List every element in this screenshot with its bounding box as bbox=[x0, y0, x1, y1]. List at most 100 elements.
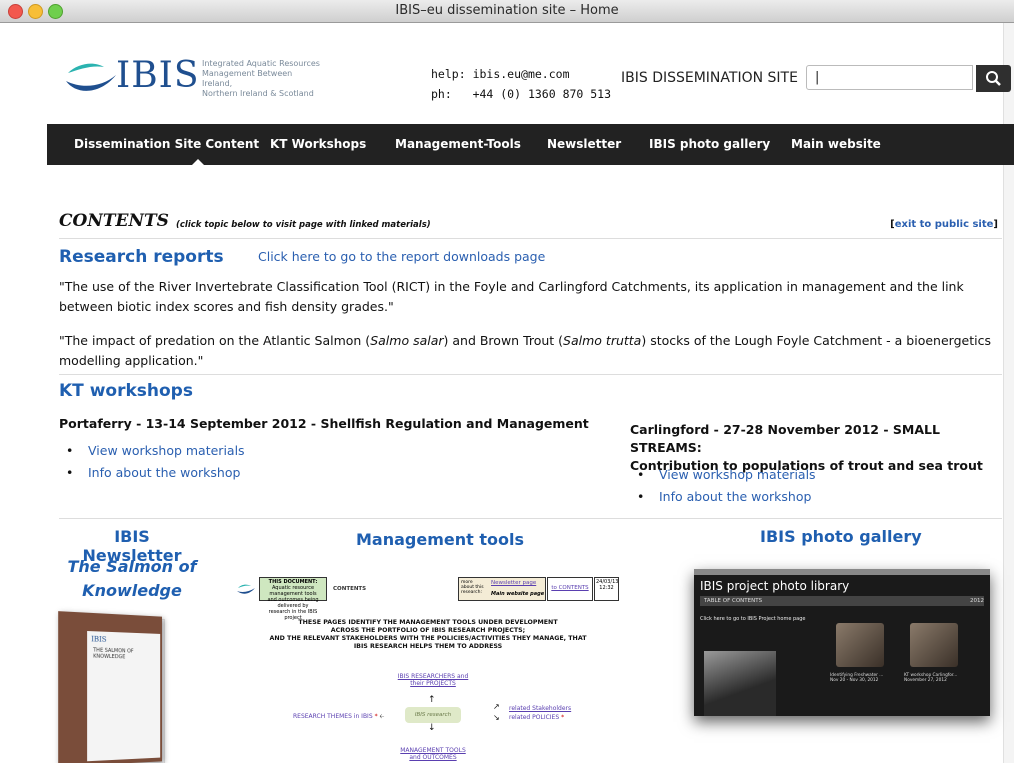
site-label: IBIS DISSEMINATION SITE bbox=[621, 70, 798, 86]
description-line: IBIS RESEARCH HELPS THEM TO ADDRESS bbox=[353, 643, 503, 650]
tools-line: and OUTCOMES bbox=[409, 754, 457, 761]
date-box: 24/03/13 12:32 bbox=[594, 577, 619, 601]
nav-management-tools[interactable]: Management-Tools bbox=[395, 137, 521, 151]
doc-box-line: and outcomes being delivered by bbox=[267, 597, 319, 609]
to-contents-box[interactable]: to CONTENTS bbox=[547, 577, 593, 601]
gallery-thumbnail[interactable] bbox=[910, 623, 958, 667]
photo-gallery-preview[interactable]: IBIS project photo library TABLE OF CONT… bbox=[694, 569, 990, 716]
gallery-window-bar bbox=[694, 569, 990, 575]
window-title: IBIS–eu dissemination site – Home bbox=[395, 3, 619, 18]
management-tools-outcomes-link[interactable]: MANAGEMENT TOOLS and OUTCOMES bbox=[393, 747, 473, 761]
researchers-line: IBIS RESEARCHERS and bbox=[397, 673, 469, 680]
policies-link[interactable]: related POLICIES * bbox=[509, 714, 564, 721]
photo-gallery-heading[interactable]: IBIS photo gallery bbox=[760, 527, 922, 546]
divider bbox=[59, 374, 1002, 375]
gallery-caption: Identifying Freshwater ... Nov 20 - Nov … bbox=[830, 673, 884, 683]
contact-info: help: ibis.eu@me.com ph: +44 (0) 1360 87… bbox=[431, 64, 611, 104]
tools-line: MANAGEMENT TOOLS bbox=[400, 747, 466, 754]
search-button[interactable] bbox=[976, 65, 1011, 92]
nav-dissemination-content[interactable]: Dissemination Site Content bbox=[74, 137, 259, 151]
management-description: THESE PAGES IDENTIFY THE MANAGEMENT TOOL… bbox=[237, 619, 619, 651]
description-line: THESE PAGES IDENTIFY THE MANAGEMENT TOOL… bbox=[298, 619, 558, 626]
logo-desc-line: Management Between Ireland, bbox=[202, 69, 293, 88]
newsletter-cover[interactable]: IBIS THE SALMON OF KNOWLEDGE bbox=[58, 611, 163, 763]
research-reports-heading[interactable]: Research reports bbox=[59, 247, 224, 267]
arrow-down-right-icon: ↘ bbox=[493, 713, 500, 722]
workshop-info-link[interactable]: Info about the workshop bbox=[630, 486, 816, 508]
cover-title: THE SALMON OF KNOWLEDGE bbox=[93, 647, 134, 661]
time-text: 12:32 bbox=[599, 585, 614, 591]
management-tools-heading[interactable]: Management tools bbox=[356, 530, 524, 549]
researchers-line: their PROJECTS bbox=[410, 680, 456, 687]
gallery-caption: KT workshop Carlingfor... November 27, 2… bbox=[904, 673, 958, 683]
researchers-link[interactable]: IBIS RESEARCHERS and their PROJECTS bbox=[393, 673, 473, 687]
contents-label: CONTENTS bbox=[333, 586, 367, 592]
nav-photo-gallery[interactable]: IBIS photo gallery bbox=[649, 137, 770, 151]
gallery-home-link[interactable]: Click here to go to IBIS Project home pa… bbox=[700, 616, 806, 622]
report-2-text: ) and Brown Trout ( bbox=[443, 333, 564, 348]
search-input[interactable]: | bbox=[806, 65, 973, 90]
kt-workshops-heading[interactable]: KT workshops bbox=[59, 381, 193, 401]
nav-kt-workshops[interactable]: KT Workshops bbox=[270, 137, 366, 151]
gallery-photo bbox=[704, 651, 776, 716]
report-2-text: "The impact of predation on the Atlantic… bbox=[59, 333, 371, 348]
title-bar: IBIS–eu dissemination site – Home bbox=[0, 0, 1014, 23]
research-themes-link[interactable]: RESEARCH THEMES in IBIS * 🡠 bbox=[293, 712, 384, 722]
arrow-up-right-icon: ↗ bbox=[493, 702, 500, 711]
newsletter-subtitle-line: Knowledge bbox=[82, 581, 182, 600]
arrow-left-icon: 🡠 bbox=[379, 713, 385, 720]
main-website-page-link[interactable]: Main website page bbox=[491, 591, 544, 597]
main-nav: Dissemination Site Content KT Workshops … bbox=[47, 124, 1014, 165]
bracket-close: ] bbox=[993, 219, 998, 230]
asterisk-icon: * bbox=[374, 713, 378, 720]
ibis-logo[interactable]: IBIS Integrated Aquatic Resources Manage… bbox=[64, 55, 320, 99]
cover-logo: IBIS bbox=[91, 635, 107, 644]
exit-link[interactable]: exit to public site bbox=[895, 219, 994, 230]
report-1[interactable]: "The use of the River Invertebrate Class… bbox=[59, 277, 1002, 317]
document-box: THIS DOCUMENT: Aquatic resource manageme… bbox=[259, 577, 327, 621]
browser-window: IBIS–eu dissemination site – Home IBIS I… bbox=[0, 0, 1014, 763]
report-2-species: Salmo trutta bbox=[563, 333, 642, 348]
description-line: ACROSS THE PORTFOLIO OF IBIS RESEARCH PR… bbox=[330, 627, 526, 634]
logo-desc-line: Integrated Aquatic Resources bbox=[202, 59, 320, 68]
exit-to-public-site: [exit to public site] bbox=[890, 219, 998, 230]
search-icon bbox=[986, 71, 1001, 86]
report-downloads-link[interactable]: Click here to go to the report downloads… bbox=[258, 249, 545, 264]
asterisk-icon: * bbox=[561, 714, 565, 721]
view-workshop-materials-link[interactable]: View workshop materials bbox=[630, 464, 816, 486]
newsletter-page-link[interactable]: Newsletter page bbox=[491, 580, 536, 586]
logo-desc-line: Northern Ireland & Scotland bbox=[202, 89, 314, 98]
phone-label: ph: bbox=[431, 87, 452, 101]
phone-number: +44 (0) 1360 870 513 bbox=[472, 87, 612, 101]
stakeholders-link[interactable]: related Stakeholders bbox=[509, 705, 571, 712]
ibis-small-logo-icon bbox=[237, 584, 255, 594]
to-contents-link[interactable]: to CONTENTS bbox=[549, 585, 591, 591]
gallery-title: IBIS project photo library bbox=[700, 579, 850, 593]
gallery-thumbnail[interactable] bbox=[836, 623, 884, 667]
gallery-toc: TABLE OF CONTENTS bbox=[700, 596, 984, 606]
divider bbox=[59, 238, 1002, 239]
description-line: AND THE RELEVANT STAKEHOLDERS WITH THE P… bbox=[269, 635, 587, 642]
active-nav-indicator bbox=[192, 159, 204, 165]
view-workshop-materials-link[interactable]: View workshop materials bbox=[59, 440, 245, 462]
workshop-portaferry-links: View workshop materials Info about the w… bbox=[59, 440, 245, 484]
nav-main-website[interactable]: Main website bbox=[791, 137, 881, 151]
management-tools-preview[interactable]: THIS DOCUMENT: Aquatic resource manageme… bbox=[237, 571, 619, 763]
research-themes-text: RESEARCH THEMES in IBIS bbox=[293, 713, 373, 720]
workshop-carlingford-links: View workshop materials Info about the w… bbox=[630, 464, 816, 508]
search-box: | bbox=[806, 65, 1011, 92]
cover-paper: IBIS THE SALMON OF KNOWLEDGE bbox=[87, 630, 161, 762]
search-input-value: | bbox=[815, 70, 820, 85]
divider bbox=[59, 518, 1002, 519]
workshop-info-link[interactable]: Info about the workshop bbox=[59, 462, 245, 484]
arrow-up-icon: ↑ bbox=[428, 695, 436, 705]
logo-wordmark: IBIS bbox=[116, 55, 200, 96]
report-2[interactable]: "The impact of predation on the Atlantic… bbox=[59, 331, 1002, 371]
doc-box-line: Aquatic resource management tools bbox=[269, 585, 317, 597]
newsletter-subtitle[interactable]: The Salmon of Knowledge bbox=[62, 555, 202, 603]
contents-subtitle: (click topic below to visit page with li… bbox=[176, 220, 431, 230]
help-email: ibis.eu@me.com bbox=[472, 67, 570, 81]
nav-newsletter[interactable]: Newsletter bbox=[547, 137, 621, 151]
more-label-line: research: bbox=[461, 590, 482, 595]
ibis-research-node: IBIS research bbox=[405, 707, 461, 723]
